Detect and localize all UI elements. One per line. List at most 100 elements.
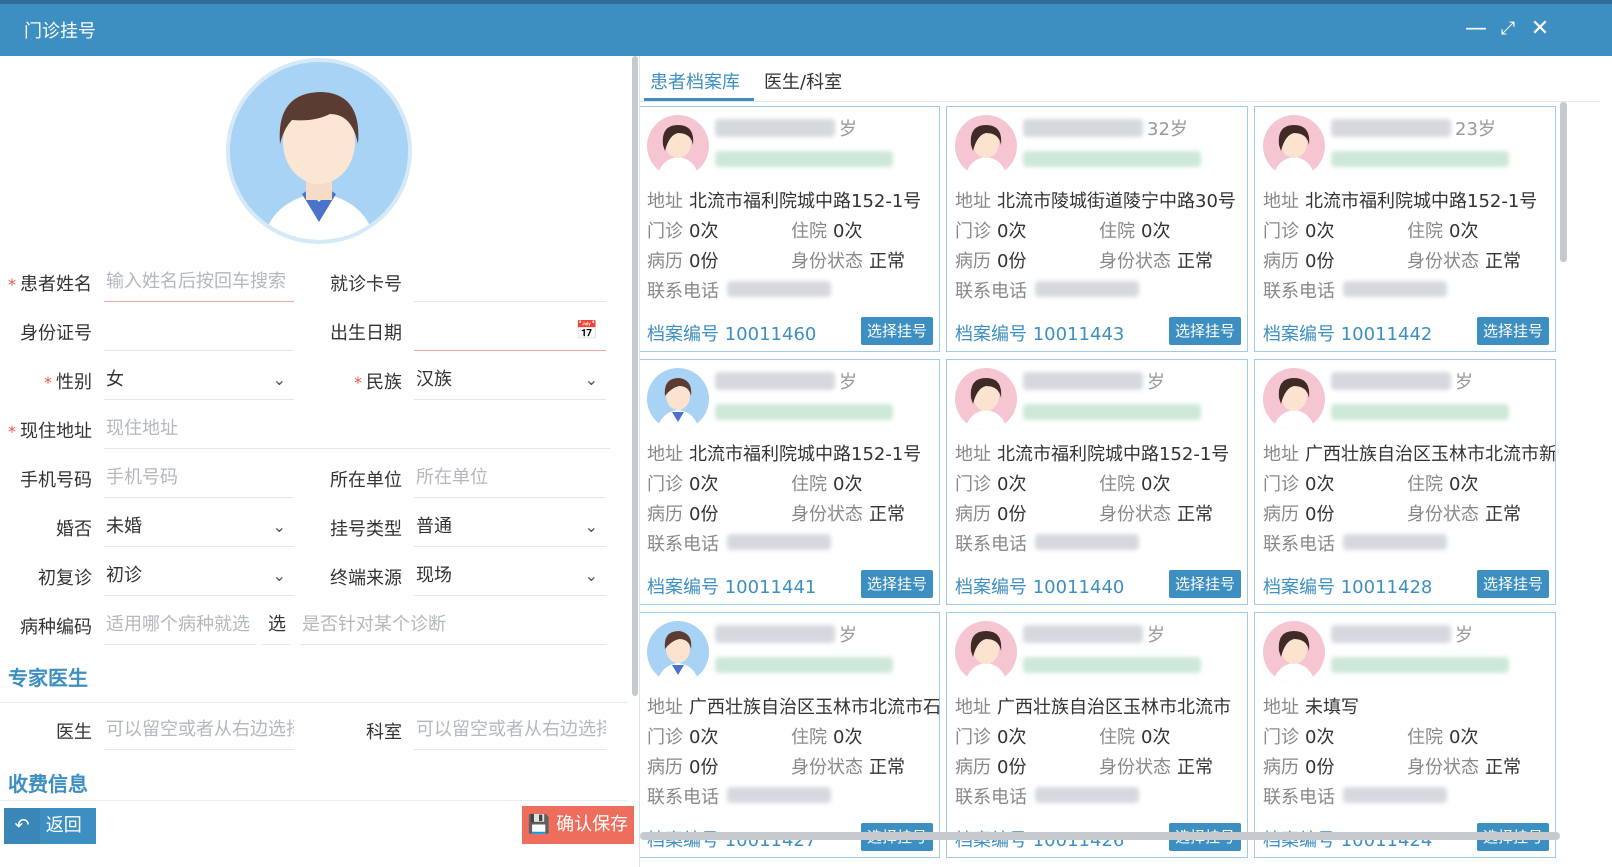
identity-status: 身份状态 正常: [1099, 251, 1213, 272]
marital-select[interactable]: 未婚 ⌄: [104, 507, 294, 547]
confirm-save-button[interactable]: 💾 确认保存: [522, 806, 634, 844]
unit-input[interactable]: 所在单位: [414, 458, 606, 498]
close-icon[interactable]: ✕: [1526, 14, 1554, 44]
back-arrow-icon: ↶: [4, 808, 40, 844]
select-register-button[interactable]: 选择挂号: [1169, 317, 1241, 345]
source-select[interactable]: 现场 ⌄: [414, 556, 606, 596]
record-number: 档案编号 10011428: [1263, 577, 1433, 598]
dob-input[interactable]: 📅: [414, 311, 606, 351]
id-number-input[interactable]: [104, 311, 294, 351]
card-label: 就诊卡号: [330, 274, 402, 295]
select-register-button[interactable]: 选择挂号: [1477, 317, 1549, 345]
row-visit: 初复诊 初诊 ⌄ 终端来源 现场 ⌄: [0, 556, 640, 596]
row-disease: 病种编码 适用哪个病种就选 选 是否针对某个诊断: [0, 605, 640, 645]
divider: [0, 702, 628, 703]
save-icon: 💾: [527, 814, 551, 835]
back-button[interactable]: ↶ 返回: [4, 808, 96, 844]
patient-avatar: [955, 368, 1017, 430]
female-avatar-icon: [955, 621, 1017, 683]
registration-form-panel: * 患者姓名 输入姓名后按回车搜索 就诊卡号 身份证号 出生日期 📅 * 性别 女 …: [0, 56, 640, 867]
left-scrollbar[interactable]: [632, 56, 638, 696]
patient-card[interactable]: 岁地址 北流市福利院城中路152-1号 门诊 0次 住院 0次 病历 0份 身份状态 正常 联系电话…: [640, 106, 940, 352]
redacted-id: [1023, 151, 1201, 167]
address-line: 地址广西壮族自治区玉林市北流市新丰镇: [1263, 444, 1556, 465]
identity-status: 身份状态 正常: [1407, 251, 1521, 272]
female-avatar-icon: [955, 368, 1017, 430]
identity-status: 身份状态 正常: [791, 251, 905, 272]
records-count: 病历 0份: [647, 251, 719, 272]
select-register-button[interactable]: 选择挂号: [861, 570, 933, 598]
select-register-button[interactable]: 选择挂号: [861, 317, 933, 345]
phone-input[interactable]: 手机号码: [104, 458, 294, 498]
chevron-down-icon: ⌄: [584, 566, 598, 585]
dept-input[interactable]: 可以留空或者从右边选择: [414, 710, 606, 750]
chevron-down-icon: ⌄: [272, 566, 286, 585]
redacted-id: [1331, 404, 1509, 420]
inpatient-count: 住院 0次: [1407, 474, 1479, 495]
patient-card[interactable]: 岁地址广西壮族自治区玉林市北流市新丰镇门诊0次 住院0次病历0份 身份状态正常联系电…: [1254, 359, 1556, 605]
outpatient-count: 门诊 0次: [1263, 221, 1335, 242]
phone-line: 联系电话: [1263, 534, 1335, 555]
tab-doctor-dept[interactable]: 医生/科室: [764, 68, 842, 94]
card-number-input[interactable]: [414, 262, 606, 302]
records-count: 病历 0份: [647, 504, 719, 525]
minimize-icon[interactable]: —: [1462, 14, 1490, 44]
maximize-icon[interactable]: ⤢: [1494, 14, 1522, 44]
male-avatar-icon: [647, 621, 709, 683]
address-line: 地址 广西壮族自治区玉林市北流市: [955, 697, 1231, 718]
gender-select[interactable]: 女 ⌄: [104, 360, 294, 400]
disease-pick-button[interactable]: 选: [262, 605, 290, 645]
tab-underline: [644, 98, 754, 101]
inpatient-count: 住院 0次: [791, 727, 863, 748]
address-line: 地址 未填写: [1263, 697, 1359, 718]
calendar-icon[interactable]: 📅: [576, 311, 598, 350]
patient-card[interactable]: 岁地址 未填写 门诊 0次 住院 0次 病历 0份 身份状态 正常 联系电话 档案编号 1001142…: [1254, 612, 1556, 858]
address-line: 地址 北流市陵城街道陵宁中路30号: [955, 191, 1236, 212]
address-input[interactable]: 现住地址: [104, 409, 610, 449]
visit-select[interactable]: 初诊 ⌄: [104, 556, 294, 596]
redacted-id: [715, 404, 893, 420]
disease-code-input[interactable]: 适用哪个病种就选: [104, 605, 256, 645]
doctor-label: 医生: [56, 722, 92, 743]
inpatient-count: 住院 0次: [791, 474, 863, 495]
redacted-phone: [1035, 787, 1139, 803]
address-line: 地址 北流市福利院城中路152-1号: [647, 191, 922, 212]
redacted-phone: [1343, 281, 1447, 297]
visit-value: 初诊: [106, 565, 142, 586]
patient-card[interactable]: 岁地址广西壮族自治区玉林市北流市石窝镇坡头村门诊0次 住院0次病历0份 身份状态正常…: [640, 612, 940, 858]
patient-card[interactable]: 32岁 地址 北流市陵城街道陵宁中路30号 门诊 0次 住院 0次 病历 0份 身份状态 正常 联系电…: [946, 106, 1248, 352]
female-avatar-icon: [955, 115, 1017, 177]
horizontal-scrollbar[interactable]: [640, 832, 1560, 840]
ethnic-select[interactable]: 汉族 ⌄: [414, 360, 606, 400]
window-title: 门诊挂号: [24, 21, 96, 42]
records-count: 病历 0份: [647, 757, 719, 778]
patient-card[interactable]: 岁地址 广西壮族自治区玉林市北流市 门诊 0次 住院 0次 病历 0份 身份状态 正常 联系电话 档案…: [946, 612, 1248, 858]
redacted-id: [1023, 657, 1201, 673]
patient-name-input[interactable]: 输入姓名后按回车搜索: [104, 262, 294, 302]
back-button-label: 返回: [45, 815, 82, 836]
record-number: 档案编号 10011441: [647, 577, 817, 598]
right-scrollbar[interactable]: [1560, 102, 1567, 262]
outpatient-count: 门诊 0次: [1263, 727, 1335, 748]
redacted-id: [1331, 657, 1509, 673]
inpatient-count: 住院 0次: [1099, 221, 1171, 242]
phone-line: 联系电话: [955, 281, 1027, 302]
doctor-input[interactable]: 可以留空或者从右边选择: [104, 710, 294, 750]
diagnosis-input[interactable]: 是否针对某个诊断: [300, 605, 606, 645]
select-register-button[interactable]: 选择挂号: [1477, 570, 1549, 598]
tab-patient-archive[interactable]: 患者档案库: [650, 68, 740, 94]
patient-card[interactable]: 23岁 地址 北流市福利院城中路152-1号 门诊 0次 住院 0次 病历 0份 身份状态 正常 联系…: [1254, 106, 1556, 352]
ethnic-value: 汉族: [416, 369, 452, 390]
patient-avatar: [647, 621, 709, 683]
phone-line: 联系电话: [955, 534, 1027, 555]
patient-card[interactable]: 岁地址 北流市福利院城中路152-1号 门诊 0次 住院 0次 病历 0份 身份状态 正常 联系电话…: [946, 359, 1248, 605]
regtype-value: 普通: [416, 516, 452, 537]
inpatient-count: 住院 0次: [1099, 474, 1171, 495]
regtype-select[interactable]: 普通 ⌄: [414, 507, 606, 547]
address-line: 地址 北流市福利院城中路152-1号: [1263, 191, 1538, 212]
visit-label: 初复诊: [38, 568, 92, 589]
select-register-button[interactable]: 选择挂号: [1169, 570, 1241, 598]
patient-card[interactable]: 岁地址 北流市福利院城中路152-1号 门诊 0次 住院 0次 病历 0份 身份状态 正常 联系电话…: [640, 359, 940, 605]
patient-avatar: [647, 368, 709, 430]
inpatient-count: 住院 0次: [791, 221, 863, 242]
